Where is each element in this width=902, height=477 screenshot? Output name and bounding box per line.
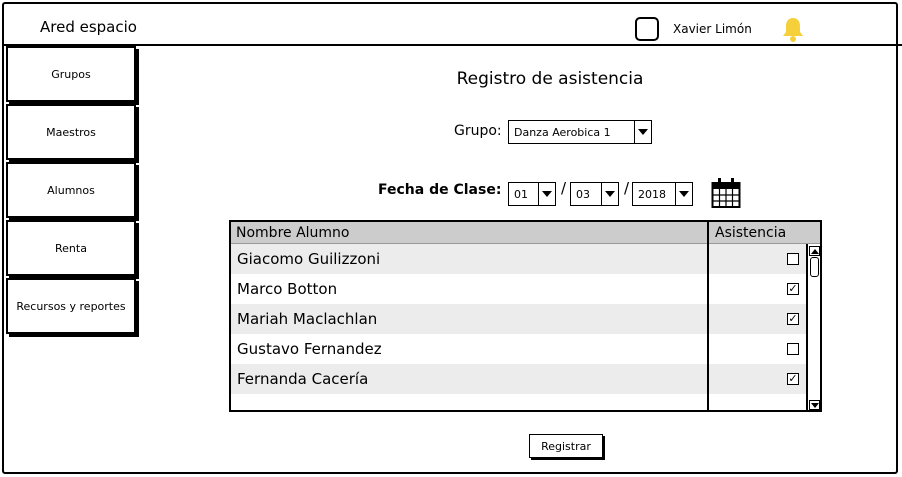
- sidebar-item-label: Renta: [55, 241, 87, 255]
- column-header-attendance[interactable]: Asistencia: [715, 225, 786, 241]
- student-name: Mariah Maclachlan: [237, 310, 378, 328]
- bell-icon[interactable]: [780, 15, 806, 43]
- attendance-checkbox[interactable]: ✓: [787, 313, 799, 325]
- table-scrollbar[interactable]: [806, 244, 820, 410]
- group-select-value: Danza Aerobica 1: [514, 125, 611, 139]
- sidebar-item-alumnos[interactable]: Alumnos: [6, 162, 136, 218]
- student-name: Giacomo Guilizzoni: [237, 250, 381, 268]
- day-select[interactable]: 01: [508, 182, 556, 206]
- attendance-checkbox[interactable]: ✓: [787, 283, 799, 295]
- date-separator: /: [624, 179, 630, 197]
- day-select-value: 01: [514, 187, 528, 201]
- chevron-down-icon: [675, 183, 692, 205]
- table-row: Giacomo Guilizzoni: [231, 244, 806, 274]
- table-row: Mariah Maclachlan ✓: [231, 304, 806, 334]
- table-row: Gustavo Fernandez: [231, 334, 806, 364]
- page-title: Registro de asistencia: [456, 69, 644, 89]
- register-button[interactable]: Registrar: [529, 434, 603, 458]
- sidebar-item-label: Grupos: [51, 67, 91, 81]
- attendance-table: Nombre Alumno Asistencia Giacomo Guilizz…: [229, 220, 822, 412]
- table-header: Nombre Alumno Asistencia: [231, 222, 820, 244]
- sidebar-item-label: Recursos y reportes: [16, 299, 126, 313]
- sidebar-item-renta[interactable]: Renta: [6, 220, 136, 276]
- attendance-checkbox[interactable]: [787, 253, 799, 265]
- column-divider: [707, 222, 709, 410]
- scroll-thumb[interactable]: [810, 257, 819, 277]
- student-name: Gustavo Fernandez: [237, 340, 382, 358]
- user-avatar[interactable]: [635, 17, 659, 41]
- month-select-value: 03: [576, 187, 590, 201]
- attendance-checkbox[interactable]: [787, 343, 799, 355]
- student-name: Marco Botton: [237, 280, 338, 298]
- year-select-value: 2018: [638, 187, 666, 201]
- sidebar-item-grupos[interactable]: Grupos: [6, 46, 136, 102]
- scroll-up-icon[interactable]: [809, 246, 820, 256]
- attendance-checkbox[interactable]: ✓: [787, 373, 799, 385]
- sidebar-item-label: Maestros: [46, 125, 96, 139]
- sidebar-item-maestros[interactable]: Maestros: [6, 104, 136, 160]
- group-select[interactable]: Danza Aerobica 1: [508, 120, 652, 144]
- app-title: Ared espacio: [40, 18, 137, 36]
- chevron-down-icon: [634, 121, 651, 143]
- calendar-icon[interactable]: [711, 177, 741, 209]
- sidebar-item-recursos-reportes[interactable]: Recursos y reportes: [6, 278, 136, 334]
- group-label: Grupo:: [454, 123, 502, 139]
- date-label: Fecha de Clase:: [378, 182, 502, 198]
- table-row: Marco Botton ✓: [231, 274, 806, 304]
- scroll-down-icon[interactable]: [809, 400, 820, 410]
- month-select[interactable]: 03: [570, 182, 619, 206]
- year-select[interactable]: 2018: [632, 182, 693, 206]
- student-name: Fernanda Cacería: [237, 370, 369, 388]
- header-divider: [4, 44, 902, 46]
- chevron-down-icon: [538, 183, 555, 205]
- sidebar-item-label: Alumnos: [47, 183, 95, 197]
- date-separator: /: [561, 179, 567, 197]
- column-header-name[interactable]: Nombre Alumno: [236, 225, 350, 241]
- table-row: Fernanda Cacería ✓: [231, 364, 806, 394]
- user-name: Xavier Limón: [673, 22, 752, 36]
- chevron-down-icon: [601, 183, 618, 205]
